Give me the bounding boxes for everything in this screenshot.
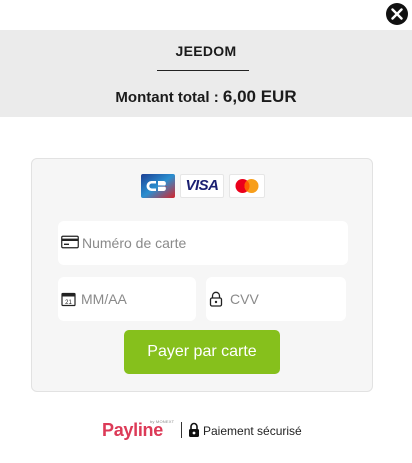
- card-number-field[interactable]: Numéro de carte: [58, 221, 348, 265]
- secure-payment-text: Paiement sécurisé: [203, 424, 302, 438]
- close-icon: [391, 8, 403, 20]
- mastercard-card-icon: [229, 174, 265, 198]
- card-payment-panel: VISA Numéro de carte 21 MM/AA CVV Payer …: [31, 158, 373, 392]
- lock-icon: [209, 291, 223, 307]
- visa-label: VISA: [185, 177, 219, 194]
- padlock-icon: [189, 422, 199, 437]
- header-divider: [157, 70, 249, 71]
- visa-card-icon: VISA: [180, 174, 224, 198]
- expiry-date-field[interactable]: 21 MM/AA: [58, 277, 196, 321]
- total-label: Montant total :: [115, 89, 219, 106]
- secure-payment-footer: Payline by MONEXT Paiement sécurisé: [102, 419, 322, 442]
- payline-sub-logo: by MONEXT: [150, 419, 175, 424]
- cvv-field[interactable]: CVV: [206, 277, 346, 321]
- merchant-name: JEEDOM: [175, 43, 237, 59]
- cb-card-icon: [141, 174, 175, 198]
- expiry-placeholder: MM/AA: [81, 291, 127, 307]
- total-amount: 6,00 EUR: [222, 87, 297, 106]
- order-summary-header: JEEDOM Montant total : 6,00 EUR: [0, 30, 412, 117]
- footer-divider: [181, 422, 182, 438]
- calendar-icon: 21: [61, 292, 76, 307]
- order-total: Montant total : 6,00 EUR: [0, 87, 412, 107]
- close-button[interactable]: [386, 3, 408, 25]
- svg-text:21: 21: [65, 300, 72, 306]
- pay-by-card-button[interactable]: Payer par carte: [124, 330, 280, 374]
- card-number-placeholder: Numéro de carte: [82, 235, 187, 251]
- credit-card-icon: [61, 235, 79, 249]
- cvv-placeholder: CVV: [230, 291, 259, 307]
